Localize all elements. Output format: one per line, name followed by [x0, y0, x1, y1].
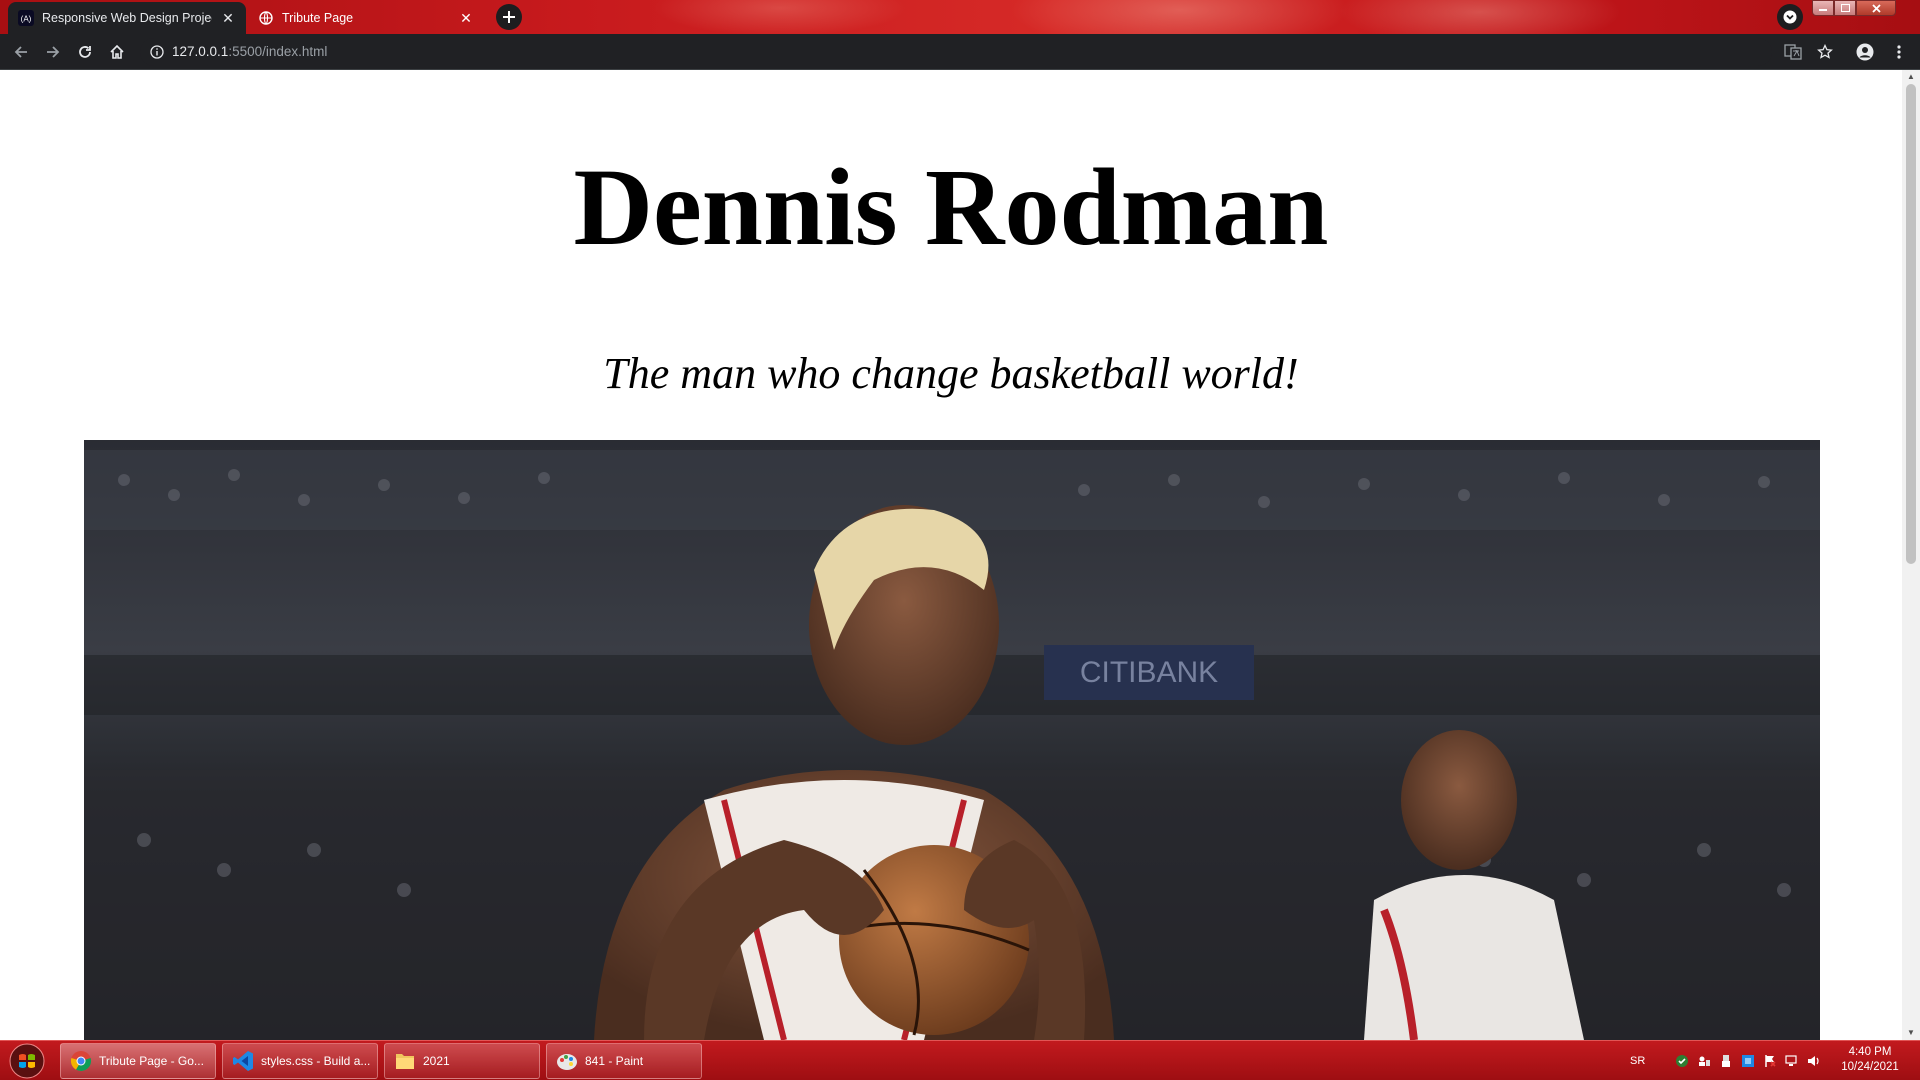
- scrollbar-thumb[interactable]: [1906, 84, 1916, 564]
- close-icon: [1871, 3, 1881, 13]
- security-shield-icon[interactable]: [1675, 1054, 1689, 1068]
- chrome-menu-button[interactable]: [1886, 39, 1912, 65]
- scroll-down-arrow-icon[interactable]: ▼: [1906, 1028, 1916, 1038]
- back-button[interactable]: [8, 39, 34, 65]
- system-clock[interactable]: 4:40 PM 10/24/2021: [1830, 1045, 1910, 1075]
- network-users-icon[interactable]: [1697, 1054, 1711, 1068]
- bookmark-button[interactable]: [1812, 39, 1838, 65]
- maximize-window-button[interactable]: [1834, 0, 1856, 16]
- usb-device-icon[interactable]: [1719, 1054, 1733, 1068]
- page-title: Dennis Rodman: [573, 146, 1329, 268]
- taskbar-item-label: 2021: [423, 1054, 450, 1068]
- minimize-window-button[interactable]: [1812, 0, 1834, 16]
- folder-icon: [393, 1049, 417, 1073]
- arrow-right-icon: [47, 46, 60, 58]
- url-text: 127.0.0.1:5500/index.html: [172, 43, 327, 61]
- browser-toolbar: 127.0.0.1:5500/index.html: [0, 34, 1920, 70]
- taskbar-item-chrome[interactable]: Tribute Page - Go...: [60, 1043, 216, 1079]
- chrome-icon: [69, 1049, 93, 1073]
- start-button[interactable]: [4, 1043, 50, 1079]
- paint-icon: [555, 1049, 579, 1073]
- vscode-icon: [231, 1049, 255, 1073]
- profile-button[interactable]: [1852, 39, 1878, 65]
- taskbar-item-vscode[interactable]: styles.css - Build a...: [222, 1043, 378, 1079]
- clock-time: 4:40 PM: [1848, 1046, 1892, 1058]
- action-center-flag-icon[interactable]: [1763, 1054, 1777, 1068]
- volume-icon[interactable]: [1807, 1054, 1821, 1068]
- language-indicator[interactable]: SR: [1630, 1055, 1645, 1067]
- forward-button[interactable]: [40, 39, 66, 65]
- minimize-icon: [1819, 9, 1827, 11]
- taskbar-item-label: Tribute Page - Go...: [99, 1054, 204, 1068]
- globe-icon: [258, 10, 274, 26]
- avatar-icon: [1856, 43, 1874, 61]
- star-icon: [1817, 44, 1833, 59]
- vertical-scrollbar[interactable]: ▲ ▼: [1902, 70, 1920, 1040]
- taskbar-item-label: 841 - Paint: [585, 1054, 644, 1068]
- network-icon[interactable]: [1785, 1054, 1799, 1068]
- svg-text:CITIBANK: CITIBANK: [1080, 656, 1218, 689]
- translate-icon: [1784, 44, 1802, 60]
- new-tab-button[interactable]: [496, 4, 522, 30]
- windows-logo-icon: [9, 1043, 45, 1079]
- system-tray: SR: [1630, 1041, 1821, 1080]
- freecodecamp-icon: (A): [18, 10, 34, 26]
- basketball-player-photo: CITIBANK: [84, 440, 1820, 1040]
- reload-button[interactable]: [72, 39, 98, 65]
- plus-icon: [503, 11, 515, 23]
- tab-responsive-web-design[interactable]: (A) Responsive Web Design Projects ✕: [8, 2, 246, 34]
- scroll-up-arrow-icon[interactable]: ▲: [1906, 72, 1916, 82]
- close-tab-icon[interactable]: ✕: [458, 10, 474, 26]
- tab-tribute-page[interactable]: Tribute Page ✕: [248, 2, 484, 34]
- app-tray-icon[interactable]: [1741, 1054, 1755, 1068]
- restore-icon: [1840, 4, 1850, 12]
- reload-icon: [79, 46, 91, 58]
- tab-strip: (A) Responsive Web Design Projects ✕ Tri…: [0, 0, 1920, 34]
- page-subtitle: The man who change basketball world!: [603, 349, 1299, 398]
- home-button[interactable]: [104, 39, 130, 65]
- url-host: 127.0.0.1: [172, 44, 229, 59]
- taskbar-item-paint[interactable]: 841 - Paint: [546, 1043, 702, 1079]
- tab-search-button[interactable]: [1777, 4, 1803, 30]
- url-path: :5500/index.html: [228, 44, 328, 59]
- close-tab-icon[interactable]: ✕: [220, 10, 236, 26]
- home-icon: [110, 44, 124, 59]
- tab-label: Responsive Web Design Projects: [42, 11, 212, 25]
- tab-label: Tribute Page: [282, 11, 354, 25]
- more-vertical-icon: [1897, 45, 1901, 59]
- close-window-button[interactable]: [1856, 0, 1896, 16]
- translate-button[interactable]: [1780, 39, 1806, 65]
- clock-date: 10/24/2021: [1841, 1061, 1899, 1073]
- address-bar[interactable]: 127.0.0.1:5500/index.html: [140, 38, 1772, 66]
- taskbar-item-label: styles.css - Build a...: [261, 1054, 371, 1068]
- info-icon[interactable]: [150, 45, 164, 59]
- chevron-down-icon: [1783, 10, 1797, 24]
- page-viewport: Dennis Rodman The man who change basketb…: [0, 70, 1902, 1040]
- windows-taskbar: Tribute Page - Go... styles.css - Build …: [0, 1040, 1920, 1080]
- svg-text:(A): (A): [21, 15, 32, 24]
- arrow-left-icon: [14, 46, 27, 58]
- taskbar-item-folder[interactable]: 2021: [384, 1043, 540, 1079]
